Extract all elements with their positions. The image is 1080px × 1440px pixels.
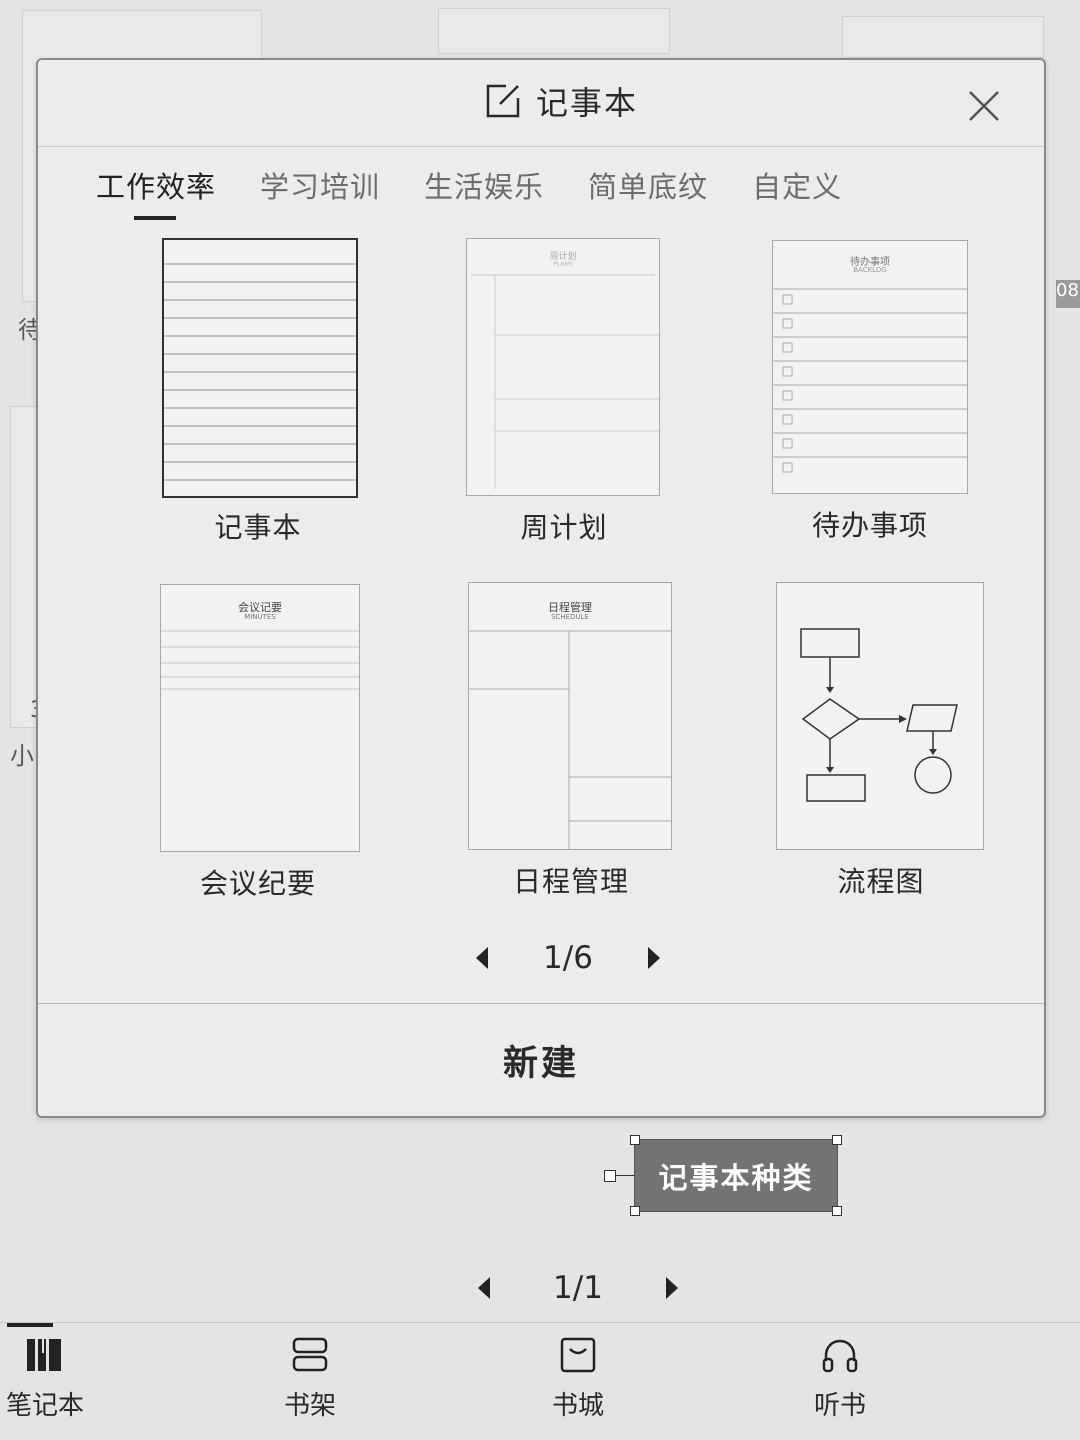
previous-page-arrow-icon[interactable] <box>476 947 488 969</box>
nav-label: 听书 <box>813 1391 866 1421</box>
minutes-form-preview <box>161 630 359 690</box>
template-name: 会议纪要 <box>199 867 316 900</box>
selection-handle <box>832 1135 842 1145</box>
tab-life-entertainment[interactable]: 生活娱乐 <box>424 164 544 220</box>
template-pager: 1/6 <box>476 940 660 976</box>
lined-paper-preview <box>164 263 356 481</box>
nav-item-bookshelf[interactable]: 书架 <box>250 1335 370 1422</box>
flowchart-preview <box>800 628 958 802</box>
template-thumbnail-weekly-plan: 周计划 PLANS <box>466 238 660 496</box>
bg-note-card <box>438 8 670 54</box>
page-pager: 1/1 <box>478 1270 678 1306</box>
close-icon[interactable] <box>966 88 1002 124</box>
template-name: 流程图 <box>837 865 925 898</box>
annotation-text: 记事本种类 <box>658 1160 814 1195</box>
annotation-leader-line <box>616 1175 634 1176</box>
bottom-navigation: 笔记本 书架 书城 听书 <box>0 1322 1080 1440</box>
tab-custom[interactable]: 自定义 <box>752 164 842 220</box>
template-todo[interactable]: 待办事项 BACKLOG 待办事项 <box>770 240 970 542</box>
next-page-arrow-icon[interactable] <box>666 1277 678 1299</box>
template-notebook[interactable]: 记事本 <box>158 238 358 544</box>
template-thumbnail-flowchart <box>776 582 984 850</box>
bg-note-label: 小 <box>10 742 34 770</box>
create-button[interactable]: 新建 <box>38 1003 1044 1116</box>
template-meeting-minutes[interactable]: 会议记要 MINUTES 会议纪要 <box>158 584 360 904</box>
previous-page-arrow-icon[interactable] <box>478 1277 490 1299</box>
tab-study-training[interactable]: 学习培训 <box>260 164 380 220</box>
dialog-title-group: 记事本 <box>484 78 638 124</box>
template-thumbnail-meeting-minutes: 会议记要 MINUTES <box>160 584 360 852</box>
next-page-arrow-icon[interactable] <box>648 947 660 969</box>
new-notebook-dialog: 记事本 工作效率 学习培训 生活娱乐 简单底纹 自定义 记事本 周计划 PLAN… <box>36 58 1046 1118</box>
template-thumbnail-schedule: 日程管理 SCHEDULE <box>468 582 672 850</box>
template-name: 日程管理 <box>512 865 629 898</box>
annotation-label: 记事本种类 <box>630 1135 842 1216</box>
template-page-indicator: 1/6 <box>543 940 593 976</box>
annotation-anchor-handle <box>604 1170 616 1182</box>
selection-handle <box>832 1206 842 1216</box>
headphones-icon <box>822 1339 858 1373</box>
template-category-tabs: 工作效率 学习培训 生活娱乐 简单底纹 自定义 <box>96 164 842 220</box>
selection-handle <box>630 1135 640 1145</box>
nav-item-bookstore[interactable]: 书城 <box>518 1335 638 1422</box>
edit-icon <box>486 84 520 118</box>
template-name: 待办事项 <box>811 509 928 542</box>
weekly-grid-preview <box>471 274 659 489</box>
nav-label: 书架 <box>283 1391 336 1421</box>
selection-handle <box>630 1206 640 1216</box>
template-name: 周计划 <box>520 511 608 544</box>
bg-edge-badge: 08 <box>1056 280 1080 308</box>
template-name: 记事本 <box>214 511 302 544</box>
bg-note-card <box>842 16 1044 58</box>
schedule-grid-preview <box>469 630 671 849</box>
nav-item-notebook[interactable]: 笔记本 <box>0 1323 105 1422</box>
nav-label: 笔记本 <box>5 1391 84 1421</box>
checklist-preview <box>773 288 967 473</box>
bookshelf-icon <box>292 1337 328 1372</box>
page-indicator: 1/1 <box>553 1270 603 1306</box>
tab-work-efficiency[interactable]: 工作效率 <box>96 164 216 220</box>
create-button-label: 新建 <box>502 1043 579 1084</box>
dialog-title: 记事本 <box>536 84 639 122</box>
tab-simple-pattern[interactable]: 简单底纹 <box>588 164 708 220</box>
template-thumbnail-todo: 待办事项 BACKLOG <box>772 240 968 494</box>
bg-note-label: 待办 <box>18 316 38 344</box>
nav-label: 书城 <box>551 1391 604 1421</box>
bookstore-icon <box>560 1337 596 1373</box>
template-flowchart[interactable]: 流程图 <box>776 582 986 902</box>
template-schedule[interactable]: 日程管理 SCHEDULE 日程管理 <box>466 582 676 902</box>
template-thumbnail-notebook <box>162 238 358 498</box>
dialog-header: 记事本 <box>38 60 1044 147</box>
nav-item-audiobooks[interactable]: 听书 <box>780 1335 900 1422</box>
annotation-connector <box>604 1170 634 1182</box>
template-weekly-plan[interactable]: 周计划 PLANS 周计划 <box>464 238 664 544</box>
notebook-icon <box>27 1339 61 1371</box>
